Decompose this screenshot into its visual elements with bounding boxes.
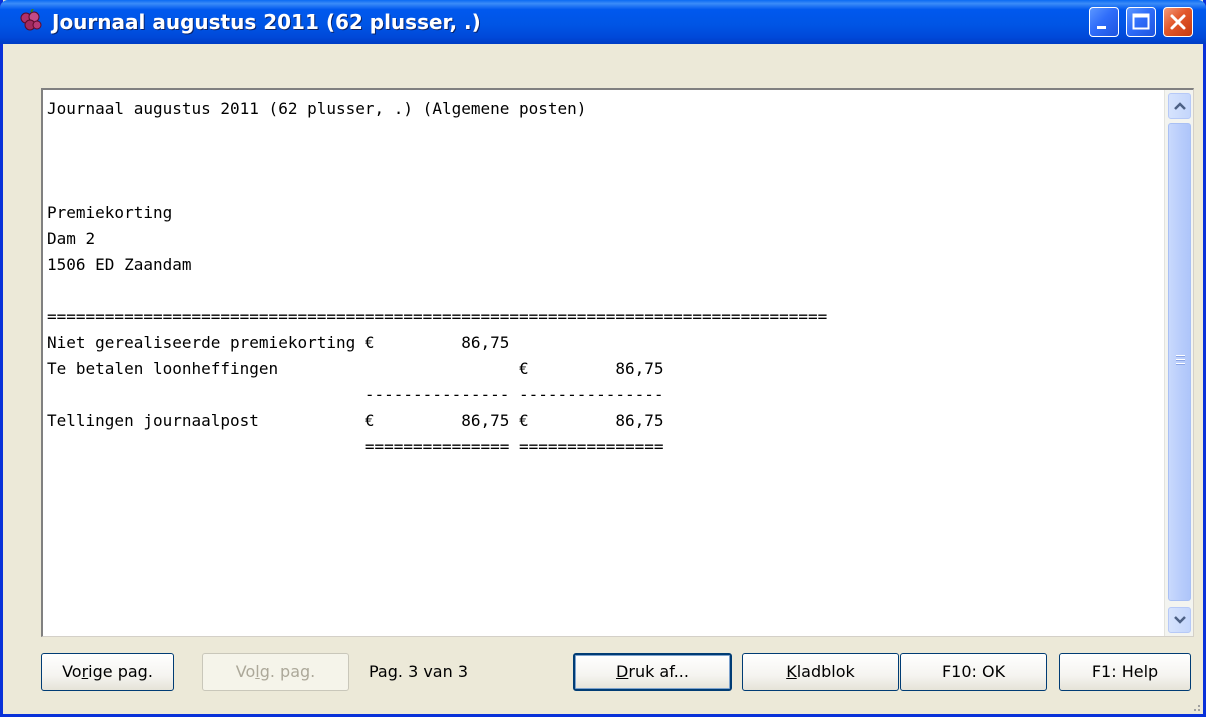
report-line: Te betalen loonheffingen € 86,75	[47, 359, 664, 378]
ok-button[interactable]: F10: OK	[900, 653, 1047, 691]
vertical-scrollbar[interactable]	[1164, 90, 1193, 636]
chevron-up-icon	[1174, 102, 1186, 110]
button-accelerator: D	[616, 662, 629, 681]
maximize-icon	[1132, 13, 1150, 30]
report-line: Premiekorting	[47, 203, 173, 222]
report-line: --------------- ---------------	[47, 385, 664, 404]
button-label: Vo	[235, 662, 256, 681]
title-bar[interactable]: Journaal augustus 2011 (62 plusser, .)	[0, 0, 1206, 44]
resize-grip-icon[interactable]	[1189, 700, 1201, 712]
page-indicator: Pag. 3 van 3	[369, 662, 469, 681]
previous-page-button[interactable]: Vorige pag.	[41, 653, 174, 691]
report-line: Journaal augustus 2011 (62 plusser, .) (…	[47, 99, 587, 118]
button-label: ige pag.	[88, 662, 153, 681]
scroll-down-button[interactable]	[1168, 607, 1191, 633]
window-title: Journaal augustus 2011 (62 plusser, .)	[52, 10, 481, 34]
report-line: Dam 2	[47, 229, 96, 248]
report-line: 1506 ED Zaandam	[47, 255, 192, 274]
report-line: Niet gerealiseerde premiekorting € 86,75	[47, 333, 510, 352]
chevron-down-icon	[1174, 616, 1186, 624]
maximize-button[interactable]	[1126, 7, 1156, 37]
close-icon	[1170, 14, 1186, 30]
scroll-up-button[interactable]	[1168, 93, 1191, 119]
notepad-button[interactable]: Kladblok	[742, 653, 899, 691]
report-window: Journaal augustus 2011 (62 plusser, .) J…	[0, 0, 1206, 717]
report-line: ========================================…	[47, 307, 828, 326]
minimize-icon	[1097, 26, 1106, 29]
print-button[interactable]: Druk af...	[573, 653, 732, 691]
button-accelerator: K	[786, 662, 797, 681]
scroll-thumb[interactable]	[1168, 123, 1191, 601]
report-line: Tellingen journaalpost € 86,75 € 86,75	[47, 411, 664, 430]
button-label: g. pag.	[259, 662, 316, 681]
button-label: Vo	[62, 662, 82, 681]
next-page-button[interactable]: Volg. pag.	[202, 653, 349, 691]
report-viewer[interactable]: Journaal augustus 2011 (62 plusser, .) (…	[41, 88, 1194, 637]
report-text: Journaal augustus 2011 (62 plusser, .) (…	[47, 96, 827, 460]
minimize-button[interactable]	[1089, 7, 1119, 37]
button-label: ladblok	[796, 662, 855, 681]
button-label: ruk af...	[628, 662, 689, 681]
help-button[interactable]: F1: Help	[1059, 653, 1191, 691]
grip-lines-icon	[1176, 355, 1185, 365]
close-button[interactable]	[1163, 7, 1193, 37]
report-line: =============== ===============	[47, 437, 664, 456]
grape-app-icon	[20, 9, 42, 31]
